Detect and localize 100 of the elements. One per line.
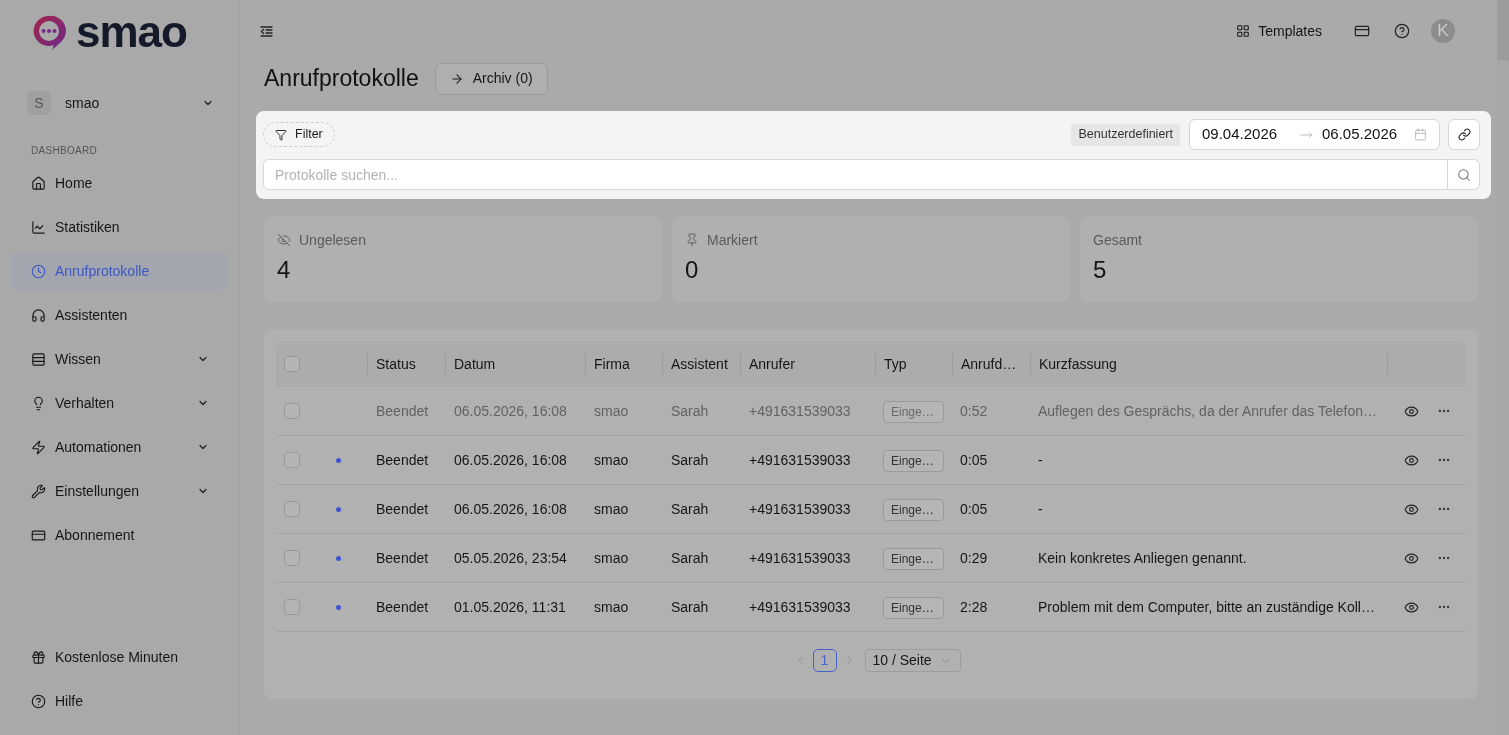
table-cell: 06.05.2026, 16:08: [454, 501, 567, 517]
help-icon: [31, 693, 46, 709]
table-cell: 05.05.2026, 23:54: [454, 550, 567, 566]
table-cell: smao: [594, 501, 629, 517]
eye-icon[interactable]: [1404, 599, 1419, 615]
workspace-avatar: S: [27, 91, 51, 115]
stat-value: 5: [1093, 255, 1107, 285]
wrench-icon: [31, 483, 46, 499]
type-tag: Einge…: [883, 548, 944, 570]
table-cell: 0:29: [960, 550, 988, 566]
preset-tag: Benutzerdefiniert: [1071, 123, 1180, 146]
page-size-select[interactable]: 10 / Seite: [864, 649, 961, 672]
logo-text: smao: [76, 12, 187, 52]
arrow-right-icon: [449, 71, 464, 86]
checkbox[interactable]: [284, 452, 300, 468]
table-cell: Kein konkretes Anliegen genannt.: [1038, 550, 1247, 566]
table-cell: Auflegen des Gesprächs, da der Anrufer das Telefon…: [1038, 403, 1378, 419]
grid-icon: [1236, 24, 1251, 38]
gift-icon: [31, 649, 46, 665]
stat-value: 4: [277, 255, 291, 285]
stat-label: Gesamt: [1093, 230, 1142, 250]
funnel-icon: [275, 128, 287, 141]
column-header: Status: [376, 354, 416, 374]
lightning-icon: [31, 439, 46, 455]
type-tag: Einge…: [883, 499, 944, 521]
stat-label: Markiert: [707, 230, 758, 250]
rows-icon: [31, 351, 46, 367]
table-cell: smao: [594, 599, 629, 615]
table-cell: 06.05.2026, 16:08: [454, 452, 567, 468]
column-header: Typ: [884, 354, 907, 374]
lightbulb-icon: [31, 395, 46, 411]
house-icon: [31, 175, 46, 191]
table-cell: Beendet: [376, 599, 429, 615]
checkbox[interactable]: [284, 501, 300, 517]
column-header: Anrufd…: [961, 354, 1017, 374]
eye-icon[interactable]: [1404, 452, 1419, 468]
stat-value: 0: [685, 255, 699, 285]
table-cell: 0:05: [960, 452, 988, 468]
credit-card-icon: [31, 527, 46, 543]
headphones-icon: [31, 307, 46, 323]
section-label: DASHBOARD: [31, 144, 98, 158]
table-cell: +491631539033: [749, 599, 851, 615]
date-to: 06.05.2026: [1322, 124, 1398, 145]
credit-card-icon[interactable]: [1354, 23, 1370, 39]
templates-button[interactable]: Templates: [1236, 20, 1322, 42]
sidebar-item[interactable]: Hilfe: [10, 682, 228, 720]
calendar-icon: [1414, 128, 1427, 141]
sidebar-item[interactable]: Statistiken: [10, 208, 228, 246]
sidebar-item[interactable]: Assistenten: [10, 296, 228, 334]
checkbox[interactable]: [284, 356, 300, 372]
eye-icon[interactable]: [1404, 501, 1419, 517]
workspace-selector[interactable]: S smao: [27, 91, 211, 115]
table-cell: -: [1038, 452, 1043, 468]
table-cell: 01.05.2026, 11:31: [454, 599, 566, 615]
table-cell: Beendet: [376, 501, 429, 517]
sidebar-item[interactable]: Wissen: [10, 340, 228, 378]
table-cell: smao: [594, 550, 629, 566]
date-range-field[interactable]: 09.04.2026 06.05.2026: [1189, 119, 1440, 150]
table-cell: Beendet: [376, 403, 429, 419]
checkbox[interactable]: [284, 403, 300, 419]
table-cell: 06.05.2026, 16:08: [454, 403, 567, 419]
eye-icon[interactable]: [1404, 403, 1419, 419]
sidebar-item[interactable]: Automationen: [10, 428, 228, 466]
archive-button[interactable]: Archiv (0): [434, 62, 548, 95]
sidebar-item[interactable]: Einstellungen: [10, 472, 228, 510]
stat-label: Ungelesen: [299, 230, 366, 250]
table-cell: 0:05: [960, 501, 988, 517]
sidebar-item[interactable]: Home: [10, 164, 228, 202]
clock-icon: [31, 263, 46, 279]
type-tag: Einge…: [883, 450, 944, 472]
page-title: Anrufprotokolle: [264, 64, 419, 94]
table-cell: Sarah: [671, 599, 709, 615]
column-header: Kurzfassung: [1039, 354, 1117, 374]
sidebar-item[interactable]: Verhalten: [10, 384, 228, 422]
column-header: Anrufer: [749, 354, 795, 374]
collapse-sidebar-icon[interactable]: [260, 25, 273, 37]
search-field[interactable]: Protokolle suchen...: [263, 159, 1448, 190]
sidebar-item[interactable]: Abonnement: [10, 516, 228, 554]
type-tag: Einge…: [883, 597, 944, 619]
table-cell: 0:52: [960, 403, 988, 419]
copy-link-button[interactable]: [1448, 119, 1480, 150]
line-chart-icon: [31, 219, 46, 235]
table-cell: -: [1038, 501, 1043, 517]
eye-icon[interactable]: [1404, 550, 1419, 566]
checkbox[interactable]: [284, 599, 300, 615]
column-header: Datum: [454, 354, 496, 374]
checkbox[interactable]: [284, 550, 300, 566]
table-cell: Beendet: [376, 452, 429, 468]
help-icon[interactable]: [1394, 23, 1410, 39]
link-icon: [1457, 128, 1471, 141]
table-cell: Sarah: [671, 403, 709, 419]
sidebar-item[interactable]: Kostenlose Minuten: [10, 638, 228, 676]
table-cell: Sarah: [671, 501, 709, 517]
table-cell: +491631539033: [749, 501, 851, 517]
pin-icon: [685, 233, 699, 247]
table-cell: Sarah: [671, 550, 709, 566]
column-header: Firma: [594, 354, 630, 374]
eye-off-icon: [277, 233, 291, 247]
table-cell: Problem mit dem Computer, bitte an zuständige Koll…: [1038, 599, 1375, 615]
table-cell: +491631539033: [749, 452, 851, 468]
